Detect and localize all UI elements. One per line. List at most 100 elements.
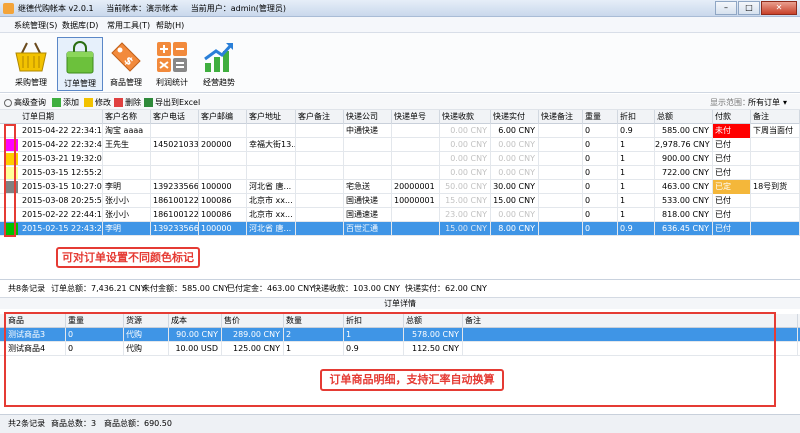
order-row[interactable]: 2015-04-22 22:32:49 王先生 1450210336 200000 幸福…	[0, 138, 800, 152]
order-cell-note	[296, 222, 344, 236]
order-cell-fee-out: 6.00 CNY	[491, 124, 539, 138]
menu-system[interactable]: 系统管理(S)	[14, 20, 57, 31]
close-button[interactable]: ✕	[761, 1, 797, 15]
status-bar: 共2条记录 商品总数：3 商品总额：690.50	[0, 414, 800, 433]
edit-icon	[84, 98, 93, 107]
menu-help[interactable]: 帮助(H)	[156, 20, 184, 31]
order-cell-addr	[247, 124, 296, 138]
order-cell-fee-in: 0.00 CNY	[440, 138, 491, 152]
menu-tools[interactable]: 常用工具(T)	[107, 20, 150, 31]
column-header[interactable]: 客户名称	[103, 110, 151, 124]
order-cell-paid: 已付	[713, 208, 751, 222]
order-cell-zip: 100086	[199, 208, 247, 222]
order-cell-addr: 幸福大街13...	[247, 138, 296, 152]
ribbon-trend-button[interactable]: 经营趋势	[196, 37, 242, 91]
order-cell-weight: 0	[583, 180, 618, 194]
column-header[interactable]: 重量	[583, 110, 618, 124]
search-icon	[4, 98, 12, 107]
order-cell-courier: 国通速递	[344, 208, 392, 222]
app-name: 继德代购帐本 v2.0.1	[18, 4, 94, 13]
ribbon-goods-button[interactable]: $ 商品管理	[103, 37, 149, 91]
ribbon-purchase-button[interactable]: 采购管理	[8, 37, 54, 91]
order-cell-fee-in: 50.00 CNY	[440, 180, 491, 194]
column-header[interactable]: 总额	[655, 110, 713, 124]
order-cell-tracking	[392, 208, 440, 222]
range-select[interactable]: 所有订单 ▾	[748, 96, 798, 108]
orders-header-row: 订单日期 客户名称 客户电话 客户邮编 客户地址 客户备注 快递公司 快递单号 快递收款 快递实付…	[0, 110, 800, 124]
maximize-button[interactable]: □	[738, 1, 760, 15]
order-cell-courier	[344, 166, 392, 180]
order-cell-name	[103, 152, 151, 166]
order-cell-courier	[344, 152, 392, 166]
order-row[interactable]: 2015-03-21 19:32:09 0.00 CNY 0.00 CNY 0 1 900…	[0, 152, 800, 166]
export-excel-button[interactable]: 导出到Excel	[144, 97, 200, 108]
order-cell-tracking: 20000001	[392, 180, 440, 194]
ribbon-profit-button[interactable]: 利润统计	[149, 37, 195, 91]
order-count: 共8条记录	[8, 284, 46, 293]
order-cell-note	[296, 208, 344, 222]
excel-icon	[144, 98, 153, 107]
order-cell-zip	[199, 152, 247, 166]
order-cell-name: 李明	[103, 180, 151, 194]
order-cell-date: 2015-02-22 22:44:19	[20, 208, 103, 222]
column-header[interactable]: 快递公司	[344, 110, 392, 124]
ribbon-orders-button[interactable]: 订单管理	[57, 37, 103, 91]
order-cell-fee-out: 0.00 CNY	[491, 152, 539, 166]
order-cell-fee-in: 0.00 CNY	[440, 166, 491, 180]
order-row[interactable]: 2015-03-08 20:25:51 张小小 1861001221 100086 北京…	[0, 194, 800, 208]
column-header[interactable]: 客户电话	[151, 110, 199, 124]
column-header[interactable]: 快递备注	[539, 110, 583, 124]
order-cell-weight: 0	[583, 166, 618, 180]
order-cell-paid: 已付	[713, 194, 751, 208]
column-header[interactable]: 客户备注	[296, 110, 344, 124]
order-cell-fee-in: 0.00 CNY	[440, 152, 491, 166]
edit-order-button[interactable]: 修改	[84, 97, 111, 108]
order-cell-courier-note	[539, 222, 583, 236]
ribbon-label: 订单管理	[64, 79, 96, 88]
order-cell-addr: 北京市 xx...	[247, 208, 296, 222]
column-header[interactable]: 订单日期	[20, 110, 103, 124]
color-marker-callout: 可对订单设置不同颜色标记	[56, 247, 200, 268]
order-cell-total: 818.00 CNY	[655, 208, 713, 222]
courier-paid: 快递实付：62.00 CNY	[405, 284, 487, 293]
order-row[interactable]: 2015-03-15 10:27:03 李明 1392335668 100000 河北省…	[0, 180, 800, 194]
order-row[interactable]: 2015-02-22 22:44:19 张小小 1861001221 100086 北京…	[0, 208, 800, 222]
advanced-search-button[interactable]: 高级查询	[4, 97, 46, 108]
order-cell-addr: 北京市 xx...	[247, 194, 296, 208]
order-cell-note	[296, 166, 344, 180]
order-row[interactable]: 2015-03-15 12:55:25 0.00 CNY 0.00 CNY 0 1 722…	[0, 166, 800, 180]
ribbon-label: 采购管理	[15, 78, 47, 87]
range-label: 显示范围：	[710, 98, 750, 107]
column-header[interactable]: 折扣	[618, 110, 655, 124]
column-header[interactable]: 客户地址	[247, 110, 296, 124]
price-tag-icon: $	[111, 42, 141, 72]
order-row[interactable]: 2015-02-15 22:43:24 李明 1392335668 100000 河北省…	[0, 222, 800, 236]
calculator-icon	[157, 42, 187, 72]
order-cell-total: 585.00 CNY	[655, 124, 713, 138]
order-cell-total: 900.00 CNY	[655, 152, 713, 166]
order-cell-name: 李明	[103, 222, 151, 236]
app-icon	[3, 3, 14, 14]
order-cell-addr: 河北省 唐...	[247, 222, 296, 236]
order-cell-note	[296, 152, 344, 166]
shopping-bag-icon	[66, 41, 94, 74]
column-header[interactable]: 备注	[751, 110, 800, 124]
order-cell-date: 2015-03-08 20:25:51	[20, 194, 103, 208]
menu-database[interactable]: 数据库(D)	[62, 20, 98, 31]
column-header[interactable]: 快递实付	[491, 110, 539, 124]
order-cell-courier-note	[539, 194, 583, 208]
minimize-button[interactable]: –	[715, 1, 737, 15]
order-cell-name: 淘宝 aaaa	[103, 124, 151, 138]
column-header[interactable]: 快递单号	[392, 110, 440, 124]
delete-order-button[interactable]: 删除	[114, 97, 141, 108]
order-cell-courier: 宅急送	[344, 180, 392, 194]
order-cell-fee-in: 23.00 CNY	[440, 208, 491, 222]
column-header[interactable]: 快递收款	[440, 110, 491, 124]
column-header[interactable]: 客户邮编	[199, 110, 247, 124]
column-header[interactable]: 付款	[713, 110, 751, 124]
order-cell-tracking	[392, 166, 440, 180]
add-order-button[interactable]: 添加	[52, 97, 79, 108]
order-row[interactable]: 2015-04-22 22:34:17 淘宝 aaaa 中通快递 0.00 CNY 6.…	[0, 124, 800, 138]
order-cell-phone	[151, 166, 199, 180]
order-cell-remark	[751, 208, 800, 222]
